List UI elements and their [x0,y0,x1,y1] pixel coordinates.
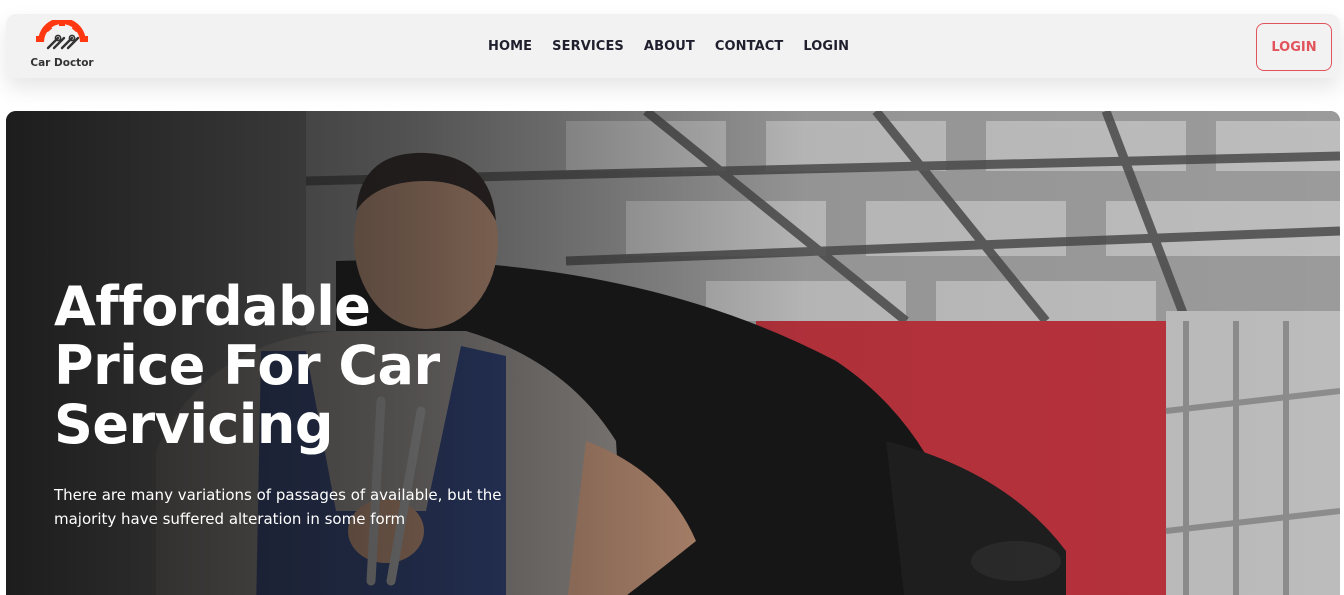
nav-login[interactable]: LOGIN [803,39,849,54]
navbar: Car Doctor HOME SERVICES ABOUT CONTACT L… [6,14,1340,78]
hero-banner: Affordable Price For Car Servicing There… [6,111,1340,595]
brand-name: Car Doctor [30,57,94,69]
nav-contact[interactable]: CONTACT [715,39,784,54]
gear-wrench-logo-icon [36,20,88,50]
brand-logo[interactable]: Car Doctor [30,20,94,74]
hero-description: There are many variations of passages of… [54,486,502,528]
hero-title: Affordable Price For Car Servicing [54,275,440,456]
nav-home[interactable]: HOME [488,39,532,54]
login-button[interactable]: LOGIN [1256,23,1332,71]
nav-services[interactable]: SERVICES [552,39,624,54]
nav-about[interactable]: ABOUT [644,39,695,54]
main-nav: HOME SERVICES ABOUT CONTACT LOGIN [488,14,849,78]
